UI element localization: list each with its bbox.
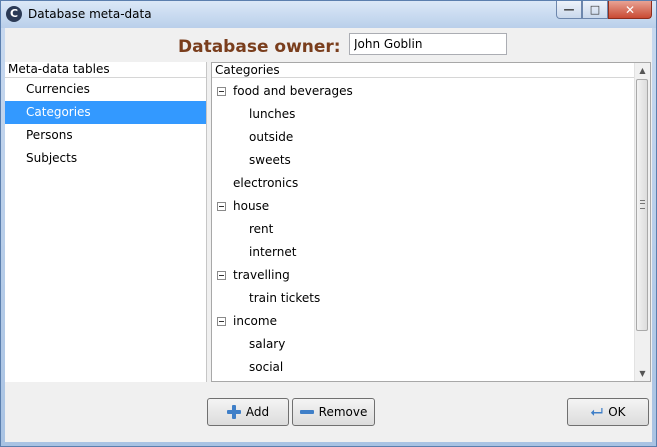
owner-label: Database owner: <box>178 37 341 57</box>
scrollbar-thumb[interactable] <box>636 79 648 331</box>
tree-node[interactable]: income <box>212 310 635 333</box>
tree-node[interactable]: food and beverages <box>212 80 635 103</box>
categories-tree: food and beverages lunches outside sweets el… <box>212 80 635 379</box>
collapse-box-icon[interactable] <box>217 202 226 211</box>
tree-node-label: electronics <box>233 176 299 190</box>
list-item-categories[interactable]: Categories <box>5 101 206 124</box>
tree-node[interactable]: outside <box>212 126 635 149</box>
window-controls: — □ ✕ <box>556 1 652 20</box>
maximize-button[interactable]: □ <box>582 1 608 19</box>
tree-node-label: travelling <box>233 268 290 282</box>
tree-node[interactable]: rent <box>212 218 635 241</box>
tree-node[interactable]: house <box>212 195 635 218</box>
enter-arrow-icon: ⮠ <box>590 402 604 421</box>
vertical-scrollbar[interactable]: ▲ ▼ <box>634 63 650 381</box>
tree-node-label: food and beverages <box>233 84 353 98</box>
dialog-window: C Database meta-data — □ ✕ Database owne… <box>0 0 657 447</box>
tree-node-label: income <box>233 314 277 328</box>
tree-node[interactable]: salary <box>212 333 635 356</box>
maximize-icon: □ <box>589 3 601 16</box>
plus-icon <box>226 405 241 419</box>
app-logo-icon[interactable]: C <box>6 6 22 22</box>
tree-node-label: train tickets <box>249 291 321 305</box>
collapse-box-icon[interactable] <box>217 271 226 280</box>
minimize-button[interactable]: — <box>556 1 582 19</box>
tree-node[interactable]: sweets <box>212 149 635 172</box>
tree-node[interactable]: train tickets <box>212 287 635 310</box>
scroll-down-icon[interactable]: ▼ <box>635 366 650 381</box>
list-item-persons[interactable]: Persons <box>5 124 206 147</box>
window-title: Database meta-data <box>28 7 152 21</box>
minimize-icon: — <box>563 3 575 16</box>
tree-node-label: social <box>249 360 284 374</box>
ok-button-label: OK <box>608 405 626 419</box>
minus-icon <box>299 410 314 414</box>
tree-node[interactable]: lunches <box>212 103 635 126</box>
collapse-box-icon[interactable] <box>217 317 226 326</box>
tree-node[interactable]: travelling <box>212 264 635 287</box>
tree-node-label: salary <box>249 337 286 351</box>
categories-tree-panel: Categories food and beverages lunches outs… <box>211 62 651 382</box>
tree-node[interactable]: social <box>212 356 635 379</box>
ok-button[interactable]: ⮠ OK <box>567 398 649 426</box>
scroll-up-icon[interactable]: ▲ <box>635 63 650 78</box>
meta-data-tables-list: Meta-data tables Currencies Categories Per… <box>5 62 207 382</box>
list-items: Currencies Categories Persons Subjects <box>5 78 206 170</box>
list-header: Meta-data tables <box>5 62 206 78</box>
grip-icon <box>640 200 645 209</box>
remove-button-label: Remove <box>318 405 368 419</box>
tree-node[interactable]: internet <box>212 241 635 264</box>
close-button[interactable]: ✕ <box>608 1 652 19</box>
owner-input[interactable] <box>349 33 507 55</box>
tree-node-label: house <box>233 199 270 213</box>
tree-node-label: sweets <box>249 153 291 167</box>
add-button-label: Add <box>245 405 270 419</box>
tree-node-label: lunches <box>249 107 296 121</box>
tree-node-label: outside <box>249 130 294 144</box>
remove-button[interactable]: Remove <box>292 398 375 426</box>
close-icon: ✕ <box>624 3 636 17</box>
tree-node-label: internet <box>249 245 297 259</box>
collapse-box-icon[interactable] <box>217 87 226 96</box>
tree-node-label: rent <box>249 222 274 236</box>
list-item-subjects[interactable]: Subjects <box>5 147 206 170</box>
dialog-client-area: Database owner: Meta-data tables Currenc… <box>5 28 652 442</box>
list-item-currencies[interactable]: Currencies <box>5 78 206 101</box>
tree-node[interactable]: electronics <box>212 172 635 195</box>
tree-header: Categories <box>212 63 635 78</box>
add-button[interactable]: Add <box>207 398 289 426</box>
title-bar[interactable]: C Database meta-data — □ ✕ <box>1 1 656 28</box>
